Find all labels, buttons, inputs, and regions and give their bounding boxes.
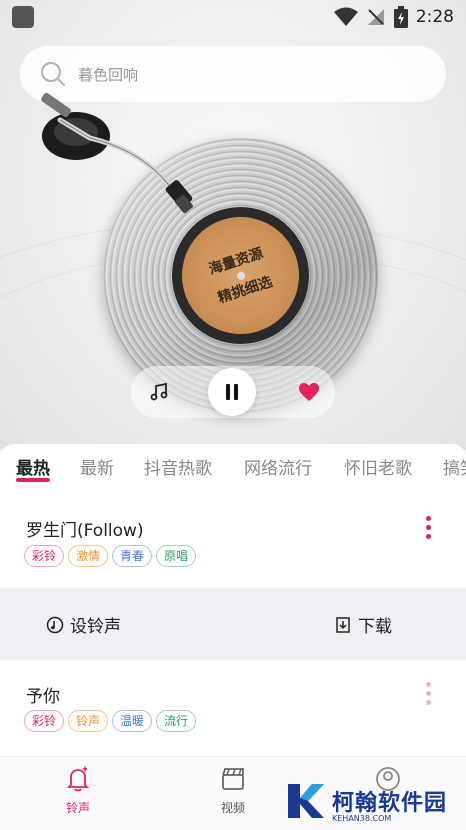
- ringtone-icon: [46, 616, 64, 633]
- favorite-button[interactable]: [281, 366, 337, 418]
- clock: 2:28: [415, 7, 454, 27]
- search-bar[interactable]: 暮色回响: [20, 46, 446, 102]
- set-ringtone-button[interactable]: 设铃声: [46, 612, 121, 637]
- song-actions-bar: 设铃声 下载: [0, 588, 466, 660]
- watermark-logo-icon: [288, 784, 324, 818]
- pause-icon: [226, 384, 238, 400]
- more-dots-icon: [425, 682, 431, 687]
- tag: 温暖: [112, 710, 153, 732]
- nav-ringtones[interactable]: 铃声: [48, 765, 108, 816]
- search-icon: [41, 62, 65, 86]
- tag: 激情: [68, 545, 109, 567]
- tag: 彩铃: [24, 710, 65, 732]
- video-clapper-icon: [222, 768, 244, 790]
- watermark-url: KEHAN38.COM: [332, 814, 392, 823]
- more-options-button[interactable]: [424, 682, 432, 705]
- song-tags: 彩铃 铃声 温暖 流行: [24, 710, 197, 732]
- tab-internet-popular[interactable]: 网络流行: [244, 454, 312, 479]
- tab-douyin-hits[interactable]: 抖音热歌: [144, 454, 212, 479]
- search-placeholder: 暮色回响: [78, 65, 139, 84]
- download-icon: [336, 616, 350, 633]
- player-controls: [131, 366, 335, 418]
- tag: 彩铃: [24, 545, 65, 567]
- tab-newest[interactable]: 最新: [80, 454, 114, 479]
- list-item[interactable]: 予你 彩铃 铃声 温暖 流行: [0, 660, 466, 756]
- song-title: 罗生门(Follow): [26, 521, 144, 541]
- song-title: 予你: [26, 687, 60, 707]
- more-options-button[interactable]: [424, 516, 432, 539]
- nav-ringtones-label: 铃声: [65, 801, 90, 815]
- record-label-line2: 精挑细选: [216, 273, 275, 307]
- heart-icon: [299, 383, 319, 401]
- tab-oldies[interactable]: 怀旧老歌: [344, 454, 412, 479]
- lyrics-button[interactable]: [131, 366, 187, 418]
- record-label-line1: 海量资源: [206, 244, 265, 278]
- status-bar: 2:28: [0, 0, 466, 34]
- no-signal-icon: [367, 9, 384, 25]
- category-tabs: 最热 最新 抖音热歌 网络流行 怀旧老歌 搞笑: [0, 444, 466, 490]
- tag: 原唱: [156, 545, 197, 567]
- nav-videos[interactable]: 视频: [203, 765, 263, 816]
- record-center: 海量资源 精挑细选: [166, 201, 315, 350]
- tag: 铃声: [68, 710, 109, 732]
- tag: 青春: [112, 545, 153, 567]
- tab-hottest[interactable]: 最热: [16, 454, 50, 479]
- active-tab-indicator: [16, 478, 50, 482]
- music-note-icon: [150, 382, 168, 401]
- pause-button[interactable]: [208, 368, 256, 416]
- tag: 流行: [156, 710, 197, 732]
- download-label: 下载: [358, 617, 392, 637]
- wifi-icon: [333, 7, 358, 26]
- battery-charging-icon: [393, 6, 408, 28]
- nav-videos-label: 视频: [220, 801, 245, 815]
- list-item[interactable]: 罗生门(Follow) 彩铃 激情 青春 原唱: [0, 490, 466, 588]
- tab-funny[interactable]: 搞笑: [443, 454, 466, 479]
- watermark: 柯翰软件园 KEHAN38.COM: [284, 776, 464, 826]
- record-label: 海量资源 精挑细选: [166, 201, 315, 350]
- more-dots-icon: [425, 516, 431, 521]
- download-button[interactable]: 下载: [334, 612, 392, 637]
- record-spindle-hole: [235, 270, 246, 281]
- song-tags: 彩铃 激情 青春 原唱: [24, 545, 197, 567]
- bell-icon: [66, 766, 90, 792]
- watermark-name: 柯翰软件园: [332, 791, 448, 816]
- notification-app-icon: [12, 6, 34, 28]
- set-ringtone-label: 设铃声: [70, 617, 121, 637]
